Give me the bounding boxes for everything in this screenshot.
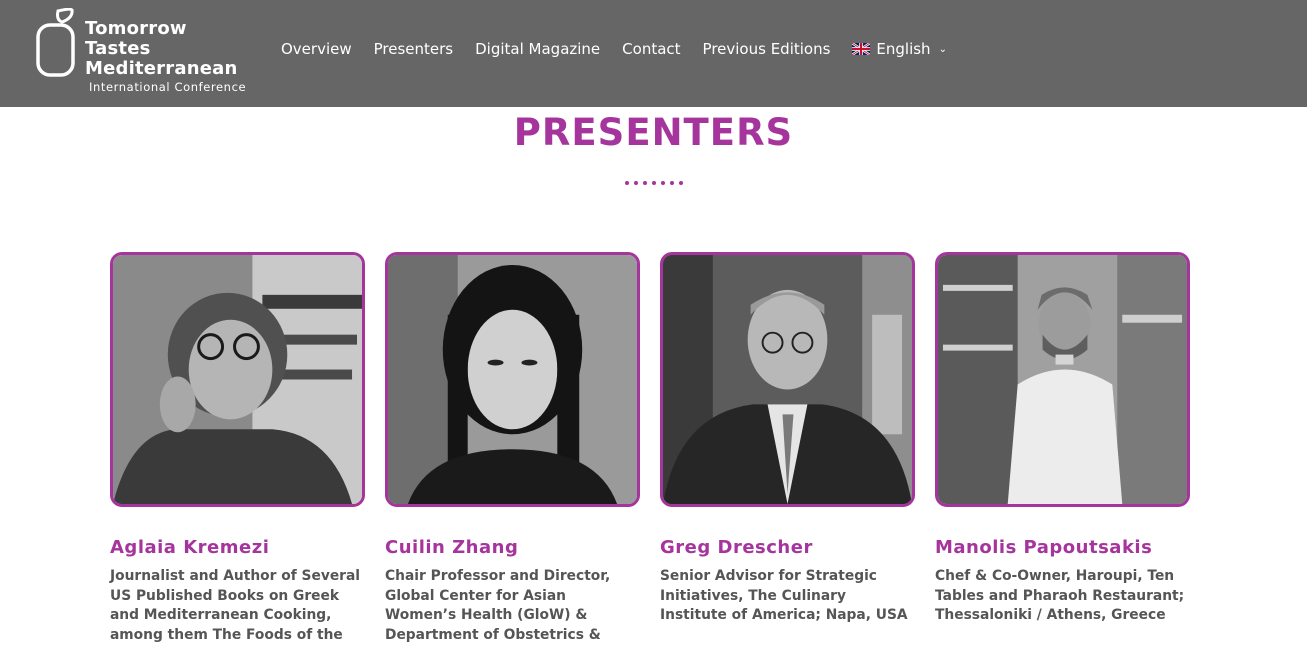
brand-line-1: Tomorrow xyxy=(85,18,187,39)
nav-previous-editions[interactable]: Previous Editions xyxy=(703,40,831,58)
presenter-photo[interactable] xyxy=(935,252,1190,507)
uk-flag-icon xyxy=(852,43,871,55)
title-divider-dots xyxy=(0,170,1307,189)
brand-line-2: Tastes xyxy=(85,38,151,59)
chevron-down-icon: ⌄ xyxy=(938,43,947,55)
presenter-role: Journalist and Author of Several US Publ… xyxy=(110,568,361,647)
presenter-role: Senior Advisor for Strategic Initiatives… xyxy=(660,568,908,623)
presenter-card[interactable]: Cuilin Zhang Chair Professor and Directo… xyxy=(385,252,640,647)
presenter-portrait-image xyxy=(113,255,362,504)
presenter-portrait-image xyxy=(938,255,1187,504)
brand-subtitle: International Conference xyxy=(89,80,247,94)
nav-contact[interactable]: Contact xyxy=(622,40,680,58)
presenter-role: Chef & Co-Owner, Haroupi, Ten Tables and… xyxy=(935,568,1185,623)
presenter-name[interactable]: Aglaia Kremezi xyxy=(110,537,365,558)
presenter-photo[interactable] xyxy=(660,252,915,507)
presenter-name[interactable]: Manolis Papoutsakis xyxy=(935,537,1190,558)
presenter-photo[interactable] xyxy=(110,252,365,507)
presenter-name[interactable]: Greg Drescher xyxy=(660,537,915,558)
presenter-name[interactable]: Cuilin Zhang xyxy=(385,537,640,558)
presenter-card[interactable]: Greg Drescher Senior Advisor for Strateg… xyxy=(660,252,915,626)
presenter-card[interactable]: Aglaia Kremezi Journalist and Author of … xyxy=(110,252,365,647)
language-selector[interactable]: English ⌄ xyxy=(852,40,947,58)
presenter-role: Chair Professor and Director, Global Cen… xyxy=(385,568,639,647)
presenter-portrait-image xyxy=(388,255,637,504)
nav-overview[interactable]: Overview xyxy=(281,40,352,58)
site-logo[interactable]: Tomorrow Tastes Mediterranean Internatio… xyxy=(36,8,256,96)
site-header: Tomorrow Tastes Mediterranean Internatio… xyxy=(0,0,1307,107)
presenter-photo[interactable] xyxy=(385,252,640,507)
presenter-portrait-image xyxy=(663,255,912,504)
presenter-card[interactable]: Manolis Papoutsakis Chef & Co-Owner, Har… xyxy=(935,252,1190,626)
page-title: PRESENTERS xyxy=(513,111,794,154)
logo-mark-icon xyxy=(36,8,75,77)
brand-line-3: Mediterranean xyxy=(85,58,238,79)
nav-presenters[interactable]: Presenters xyxy=(374,40,454,58)
main-nav: Overview Presenters Digital Magazine Con… xyxy=(281,40,947,58)
language-label: English xyxy=(876,40,931,58)
nav-digital-magazine[interactable]: Digital Magazine xyxy=(475,40,600,58)
